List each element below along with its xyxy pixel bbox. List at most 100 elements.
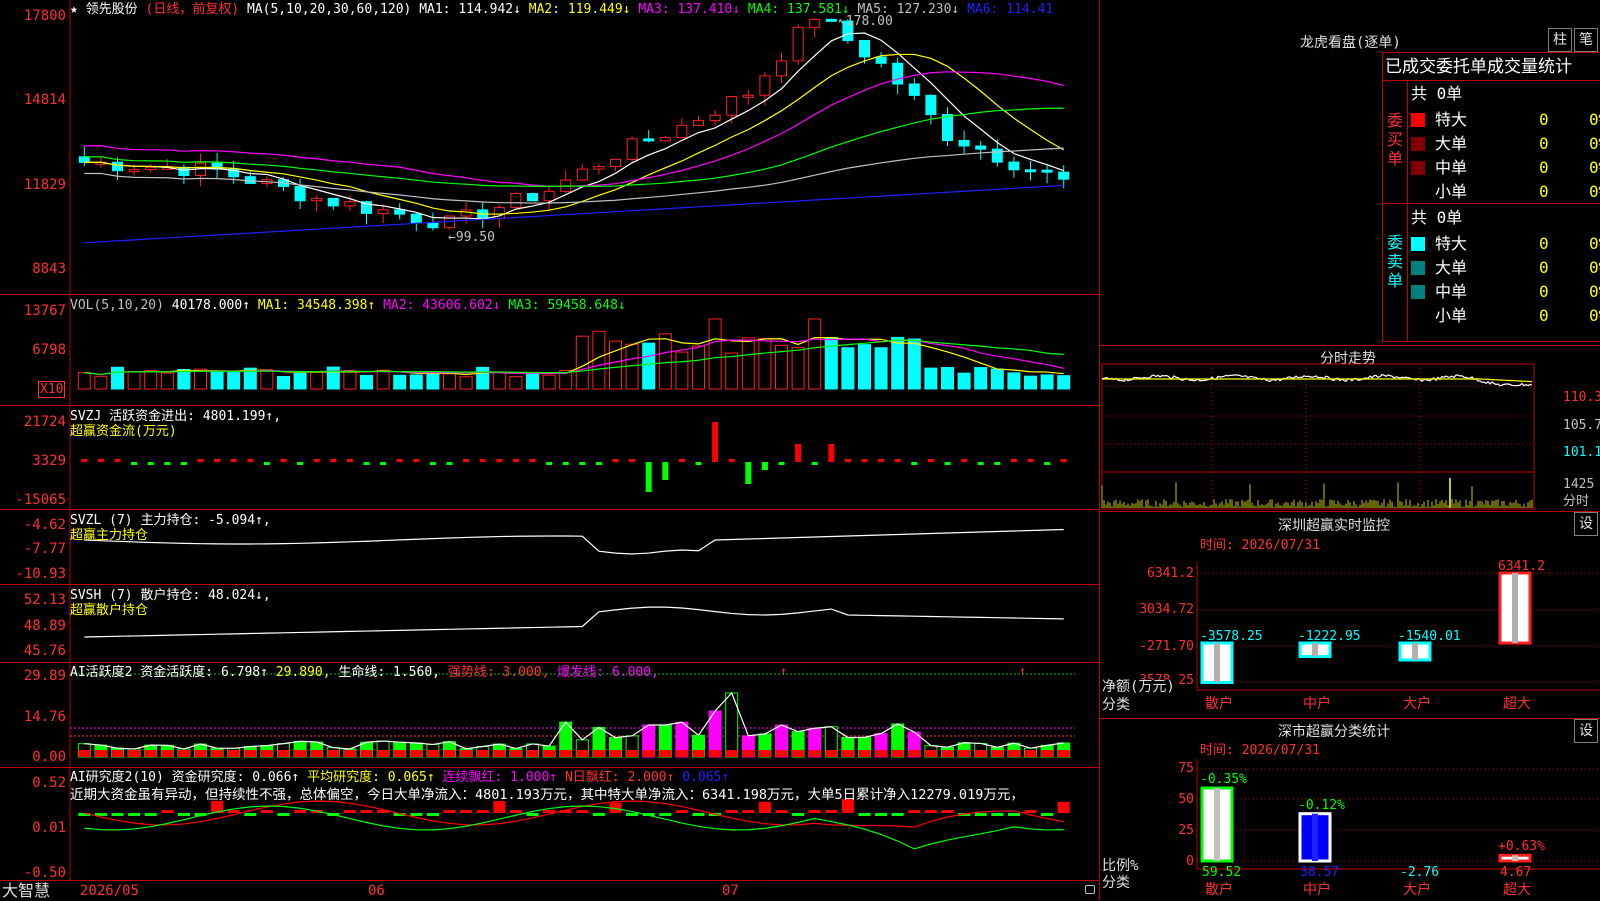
- y-label: 75: [1178, 761, 1194, 776]
- volume-bar: [160, 372, 174, 390]
- candle: [377, 209, 389, 214]
- svzj-panel[interactable]: SVZJ 活跃资金进出: 4801.199↑, 超赢资金流(万元) 21724 …: [0, 406, 1100, 510]
- svzj-title: SVZJ 活跃资金进出: 4801.199↑,: [70, 409, 282, 424]
- research-bar: [858, 813, 871, 816]
- classify-unit: 比例%: [1102, 858, 1139, 874]
- candle: [510, 193, 522, 209]
- flow-bar: [446, 462, 453, 465]
- flow-bar: [861, 459, 868, 462]
- lhb-row-label: 中单: [1435, 158, 1468, 177]
- classify-category: 散户: [1205, 882, 1233, 898]
- y-label: 3034.72: [1139, 602, 1194, 617]
- brand-logo: 大智慧: [2, 881, 51, 900]
- candle: [676, 124, 688, 139]
- activity-base: [94, 750, 107, 757]
- research-bar: [426, 813, 439, 816]
- activity-base: [78, 750, 91, 757]
- monitor-panel[interactable]: 深圳超赢实时监控 设 时间: 2026/07/31 6341.2 3034.72…: [1100, 512, 1600, 719]
- monitor-bar-value: -1540.01: [1398, 629, 1461, 644]
- candle: [975, 145, 987, 150]
- research-bar: [277, 813, 290, 816]
- lhb-row: 中单 0 0%: [1411, 281, 1600, 303]
- volume-bar: [277, 375, 290, 390]
- intraday-panel[interactable]: 分时走势 110.3 105.7 101.1 1425 分时: [1100, 346, 1600, 512]
- flow-bar: [164, 462, 171, 465]
- flow-bar: [911, 462, 918, 465]
- lhb-header: 已成交委托单成交量统计: [1385, 57, 1572, 77]
- color-swatch: [1411, 309, 1425, 323]
- activity-base: [642, 750, 655, 757]
- buy-side-label: 委买单: [1387, 111, 1404, 168]
- activity-base: [111, 750, 124, 757]
- research-bar: [260, 810, 273, 813]
- y-label: 52.13: [23, 592, 66, 608]
- volume-bar: [144, 369, 158, 390]
- color-swatch: [1411, 137, 1425, 151]
- flow-bar: [97, 459, 104, 462]
- research-bar: [908, 810, 921, 813]
- y-label: -10.93: [15, 566, 66, 582]
- ai3-v3: 连续飘红: 1.000↑: [442, 770, 558, 785]
- monitor-category: 中户: [1303, 696, 1331, 712]
- svzl-panel[interactable]: SVZL (7) 主力持仓: -5.094↑, 超赢主力持仓 -4.62 -7.…: [0, 510, 1100, 585]
- kline-panel[interactable]: ★ 领先股份 (日线，前复权) MA(5,10,20,30,60,120) MA…: [0, 0, 1100, 295]
- kline-chart[interactable]: [0, 0, 1100, 294]
- monitor-bar-value: -3578.25: [1200, 629, 1263, 644]
- activity-base: [360, 750, 373, 757]
- classify-value: 4.67: [1500, 865, 1532, 880]
- monitor-bar-shade: [1214, 643, 1220, 683]
- flow-bar: [961, 459, 968, 462]
- volume-bar: [526, 372, 539, 390]
- research-bar: [227, 810, 240, 813]
- activity-base: [576, 750, 589, 757]
- activity-base: [891, 750, 904, 757]
- candle: [460, 209, 472, 217]
- svsh-panel[interactable]: SVSH (7) 散户持仓: 48.024↓, 超赢散户持仓 52.13 48.…: [0, 585, 1100, 663]
- lhb-row-pct: 0%: [1589, 158, 1600, 177]
- ai-research-panel[interactable]: AI研究度2(10) 资金研究度: 0.066↑ 平均研究度: 0.065↑ 连…: [0, 768, 1100, 881]
- lhb-row-label: 大单: [1435, 134, 1468, 153]
- ai3-v5: 0.065↑: [682, 770, 730, 785]
- activity-base: [958, 750, 971, 757]
- volume-bar: [127, 370, 141, 390]
- activity-base: [709, 750, 722, 757]
- intraday-chart[interactable]: [1100, 346, 1600, 511]
- flow-bar: [629, 459, 636, 462]
- research-bar: [592, 813, 605, 816]
- activity-base: [792, 750, 805, 757]
- vol-ma1: MA1: 34548.398↑: [257, 298, 376, 313]
- sell-total: 共 0单: [1411, 208, 1463, 227]
- candle: [875, 56, 887, 64]
- volume-panel[interactable]: VOL(5,10,20) 40178.000↑ MA1: 34548.398↑ …: [0, 295, 1100, 406]
- bar-view-button[interactable]: 柱: [1548, 28, 1572, 52]
- flow-bar: [728, 459, 735, 462]
- lhb-row-label: 大单: [1435, 258, 1468, 277]
- activity-base: [493, 750, 506, 757]
- flow-bar: [977, 462, 984, 465]
- research-bar: [808, 810, 821, 813]
- ai-activity-panel[interactable]: ↑ ↑ AI活跃度2 资金活跃度: 6.798↑ 29.890, 生命线: 1.5…: [0, 663, 1100, 768]
- research-bar: [1007, 813, 1020, 816]
- lhb-row-count: 0: [1539, 158, 1549, 177]
- date-tick: 2026/05: [80, 883, 140, 899]
- ma1-line: [84, 32, 1064, 220]
- lhb-row-count: 0: [1539, 258, 1549, 277]
- activity-base: [410, 750, 423, 757]
- volume-bar: [509, 376, 523, 390]
- y-label: 13767: [23, 303, 66, 319]
- flow-bar: [529, 459, 536, 462]
- pen-view-button[interactable]: 笔: [1574, 28, 1598, 52]
- vol-value: 40178.000↑: [171, 298, 251, 313]
- classify-panel[interactable]: 深市超赢分类统计 设 时间: 2026/07/31 75 50 25 0 比例%…: [1100, 719, 1600, 900]
- candle: [942, 114, 953, 142]
- volume-bar: [1040, 374, 1054, 390]
- retail-line: [84, 606, 1064, 638]
- volume-bar: [393, 374, 407, 390]
- activity-base: [476, 750, 489, 757]
- monitor-category: 散户: [1205, 696, 1233, 712]
- flow-bar: [512, 459, 519, 462]
- candle: [394, 209, 406, 215]
- y-label: 25: [1178, 823, 1194, 838]
- candle: [427, 221, 439, 229]
- candle: [327, 197, 339, 207]
